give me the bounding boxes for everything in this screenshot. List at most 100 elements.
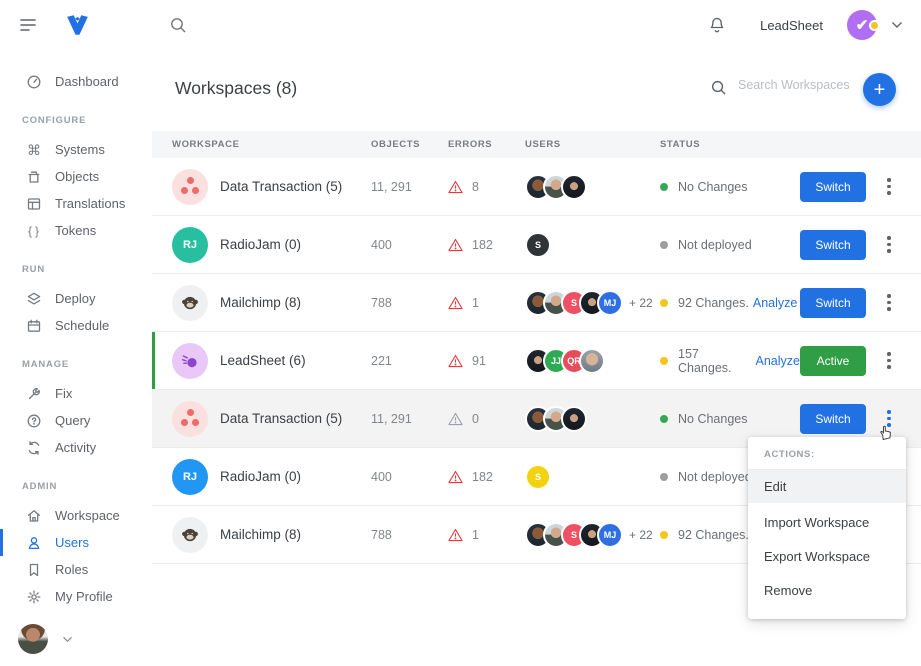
switch-button[interactable]: Switch bbox=[800, 230, 866, 260]
workspace-icon-asana bbox=[172, 169, 208, 205]
query-icon bbox=[25, 413, 43, 429]
context-menu-item-export-workspace[interactable]: Export Workspace bbox=[748, 542, 906, 571]
user-avatar bbox=[561, 406, 587, 432]
row-menu-icon[interactable] bbox=[883, 172, 895, 200]
context-menu-item-edit[interactable]: Edit bbox=[748, 470, 906, 503]
error-count: 182 bbox=[472, 470, 493, 484]
workspace-search-input[interactable] bbox=[738, 78, 856, 92]
error-count: 182 bbox=[472, 238, 493, 252]
sidebar-item-label: Roles bbox=[55, 562, 88, 577]
chevron-down-icon[interactable] bbox=[62, 636, 73, 643]
tokens-icon: { } bbox=[25, 223, 43, 239]
workspace-search-icon[interactable] bbox=[710, 79, 727, 96]
sidebar-item-query[interactable]: Query bbox=[0, 407, 152, 434]
warning-icon bbox=[448, 354, 463, 368]
sidebar-item-dashboard[interactable]: Dashboard bbox=[0, 68, 152, 95]
sidebar-item-label: Deploy bbox=[55, 291, 95, 306]
table-header: WORKSPACEOBJECTSERRORSUSERSSTATUS bbox=[152, 131, 921, 158]
analyze-link[interactable]: Analyze bbox=[753, 296, 797, 310]
sidebar-item-tokens[interactable]: { }Tokens bbox=[0, 217, 152, 244]
table-row[interactable]: Data Transaction (5)11, 2918No ChangesSw… bbox=[152, 158, 921, 216]
sidebar-item-fix[interactable]: Fix bbox=[0, 380, 152, 407]
menu-icon[interactable] bbox=[20, 18, 38, 32]
chevron-down-icon[interactable] bbox=[891, 21, 903, 29]
cell-action: Switch bbox=[800, 230, 895, 260]
extra-users-count: + 22 bbox=[629, 528, 653, 542]
sidebar-profile[interactable] bbox=[18, 624, 73, 654]
context-menu-item-remove[interactable]: Remove bbox=[748, 576, 906, 605]
sidebar-item-activity[interactable]: Activity bbox=[0, 434, 152, 461]
avatar-stack: SMJ bbox=[525, 290, 623, 316]
user-avatar bbox=[579, 348, 605, 374]
search-icon[interactable] bbox=[169, 16, 187, 34]
avatar-stack: SMJ bbox=[525, 522, 623, 548]
table-row[interactable]: Mailchimp (8)7881SMJ+ 2292 Changes.Analy… bbox=[152, 274, 921, 332]
warning-icon bbox=[448, 296, 463, 310]
cell-workspace: Data Transaction (5) bbox=[172, 169, 371, 205]
cell-workspace: LeadSheet (6) bbox=[172, 343, 371, 379]
workspace-name: LeadSheet (6) bbox=[220, 353, 306, 368]
switch-button[interactable]: Switch bbox=[800, 404, 866, 434]
sidebar-item-translations[interactable]: Translations bbox=[0, 190, 152, 217]
warning-icon bbox=[448, 412, 463, 426]
column-header-objects: OBJECTS bbox=[371, 139, 448, 150]
sidebar-item-my-profile[interactable]: My Profile bbox=[0, 583, 152, 610]
workspace-icon-leadsheet bbox=[172, 343, 208, 379]
app-logo[interactable] bbox=[64, 12, 91, 38]
avatar-stack: S bbox=[525, 464, 551, 490]
sidebar-item-deploy[interactable]: Deploy bbox=[0, 285, 152, 312]
profile-avatar[interactable] bbox=[18, 624, 48, 654]
sidebar-section-label-run: RUN bbox=[22, 264, 152, 275]
topbar-right: LeadSheet ✔ bbox=[708, 10, 903, 40]
active-button[interactable]: Active bbox=[800, 346, 866, 376]
table-row[interactable]: RJRadioJam (0)400182SNot deployedSwitch bbox=[152, 216, 921, 274]
user-avatar[interactable]: ✔ bbox=[847, 10, 877, 40]
sidebar-item-systems[interactable]: ⌘Systems bbox=[0, 136, 152, 163]
row-menu-icon[interactable] bbox=[883, 288, 895, 316]
sidebar-item-objects[interactable]: Objects bbox=[0, 163, 152, 190]
switch-button[interactable]: Switch bbox=[800, 288, 866, 318]
activity-icon bbox=[25, 440, 43, 456]
table-row[interactable]: LeadSheet (6)22191JJQR157 Changes.Analyz… bbox=[152, 332, 921, 390]
sidebar-item-label: Fix bbox=[55, 386, 72, 401]
cell-errors: 0 bbox=[448, 412, 525, 426]
workspace-icon-initials: RJ bbox=[172, 227, 208, 263]
cell-action: Switch bbox=[800, 172, 895, 202]
cell-users bbox=[525, 174, 660, 200]
cell-errors: 182 bbox=[448, 470, 525, 484]
column-header-errors: ERRORS bbox=[448, 139, 525, 150]
context-menu-item-import-workspace[interactable]: Import Workspace bbox=[748, 508, 906, 537]
workspace-icon-asana bbox=[172, 401, 208, 437]
row-menu-icon[interactable] bbox=[883, 230, 895, 258]
warning-icon bbox=[448, 180, 463, 194]
sidebar-item-label: Dashboard bbox=[55, 74, 119, 89]
sidebar-item-label: Systems bbox=[55, 142, 105, 157]
sidebar: Dashboard CONFIGURE ⌘SystemsObjectsTransla… bbox=[0, 50, 152, 666]
status-dot bbox=[660, 241, 668, 249]
status-text: No Changes bbox=[678, 180, 748, 194]
error-count: 91 bbox=[472, 354, 486, 368]
sidebar-section-label-manage: MANAGE bbox=[22, 359, 152, 370]
cell-status: Not deployed bbox=[660, 238, 800, 252]
workspace-name: Mailchimp (8) bbox=[220, 295, 301, 310]
cell-errors: 1 bbox=[448, 296, 525, 310]
row-menu-icon[interactable] bbox=[883, 346, 895, 374]
sidebar-item-workspace[interactable]: Workspace bbox=[0, 502, 152, 529]
sidebar-item-schedule[interactable]: Schedule bbox=[0, 312, 152, 339]
cell-users: SMJ+ 22 bbox=[525, 290, 660, 316]
cell-objects: 400 bbox=[371, 238, 448, 252]
sidebar-section-label-configure: CONFIGURE bbox=[22, 115, 152, 126]
analyze-link[interactable]: Analyze bbox=[756, 354, 800, 368]
switch-button[interactable]: Switch bbox=[800, 172, 866, 202]
workspace-name: Data Transaction (5) bbox=[220, 411, 342, 426]
sidebar-item-users[interactable]: Users bbox=[0, 529, 152, 556]
add-workspace-button[interactable]: + bbox=[863, 73, 896, 106]
sidebar-item-label: Users bbox=[55, 535, 89, 550]
notifications-icon[interactable] bbox=[708, 16, 726, 35]
translations-icon bbox=[25, 196, 43, 212]
sidebar-item-roles[interactable]: Roles bbox=[0, 556, 152, 583]
cell-users: S bbox=[525, 464, 660, 490]
warning-icon bbox=[448, 238, 463, 252]
row-menu-icon[interactable] bbox=[883, 404, 895, 432]
workspace-name: Mailchimp (8) bbox=[220, 527, 301, 542]
